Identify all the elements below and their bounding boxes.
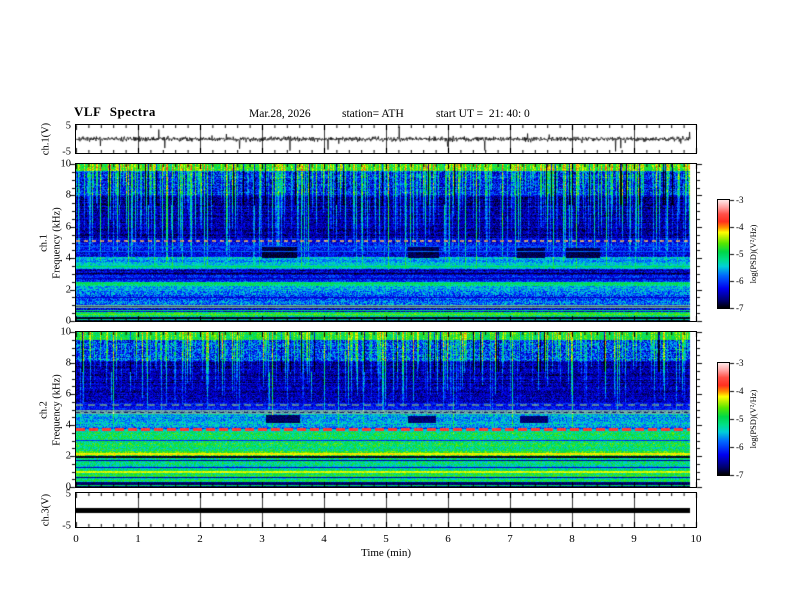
colorbar-tick-label: -4: [736, 222, 744, 232]
time-tick-label: 1: [135, 533, 141, 545]
time-tick-label: 0: [73, 533, 79, 545]
colorbar-ch1: [717, 199, 730, 309]
ch2-channel-label: ch.2: [38, 401, 50, 419]
time-tick-label: 2: [197, 533, 203, 545]
freq-tick-label: 8: [65, 189, 71, 201]
time-tick-label: 10: [690, 533, 702, 545]
time-tick-label: 5: [383, 533, 389, 545]
colorbar-tick-label: -5: [736, 249, 744, 259]
colorbar-tick-label: -6: [736, 276, 744, 286]
freq-tick-label: 4: [65, 252, 71, 264]
colorbar-tick-label: -5: [736, 414, 744, 424]
colorbar2-label: log(PSD)(V²/Hz): [748, 389, 758, 449]
freq-tick-label: 0: [65, 315, 71, 327]
colorbar-tick-label: -3: [736, 195, 744, 205]
volt-tick-label: 5: [65, 120, 71, 132]
station-label: station= ATH: [342, 108, 404, 120]
date-label: Mar.28, 2026: [249, 108, 311, 120]
colorbar1-label: log(PSD)(V²/Hz): [748, 224, 758, 284]
time-tick-label: 6: [445, 533, 451, 545]
colorbar-tick-label: -7: [736, 303, 744, 313]
time-axis-label: Time (min): [360, 547, 412, 559]
figure-title: VLF Spectra: [74, 104, 156, 119]
colorbar-tick-label: -3: [736, 358, 744, 368]
freq-tick-label: 4: [65, 419, 71, 431]
freq-tick-label: 2: [65, 450, 71, 462]
freq-tick-label: 10: [60, 158, 72, 170]
start-ut-label: start UT = 21: 40: 0: [436, 108, 530, 120]
time-tick-label: 8: [569, 533, 575, 545]
ch3-voltage-axis-label: ch.3(V): [40, 493, 52, 527]
time-tick-label: 4: [321, 533, 327, 545]
volt-tick-label: -5: [62, 146, 71, 158]
vlf-spectra-figure: VLF Spectra Mar.28, 2026 station= ATH st…: [0, 0, 792, 612]
ch1-voltage-axis-label: ch.1(V): [40, 122, 52, 156]
time-tick-label: 7: [507, 533, 513, 545]
ch1-frequency-axis-label: Frequency (kHz): [51, 207, 63, 279]
ch2-spectrogram-panel: [75, 331, 697, 488]
volt-tick-label: 5: [65, 488, 71, 500]
freq-tick-label: 2: [65, 284, 71, 296]
ch1-voltage-panel: [75, 124, 697, 154]
time-tick-label: 9: [631, 533, 637, 545]
freq-tick-label: 10: [60, 326, 72, 338]
ch2-frequency-axis-label: Frequency (kHz): [51, 374, 63, 446]
freq-tick-label: 6: [65, 388, 71, 400]
ch1-spectrogram-panel: [75, 163, 697, 322]
colorbar-ch2: [717, 362, 730, 476]
colorbar-tick-label: -6: [736, 442, 744, 452]
colorbar-tick-label: -4: [736, 386, 744, 396]
freq-tick-label: 6: [65, 221, 71, 233]
time-tick-label: 3: [259, 533, 265, 545]
freq-tick-label: 8: [65, 357, 71, 369]
ch1-channel-label: ch.1: [38, 234, 50, 252]
ch3-voltage-panel: [75, 492, 697, 528]
colorbar-tick-label: -7: [736, 470, 744, 480]
volt-tick-label: -5: [62, 520, 71, 532]
